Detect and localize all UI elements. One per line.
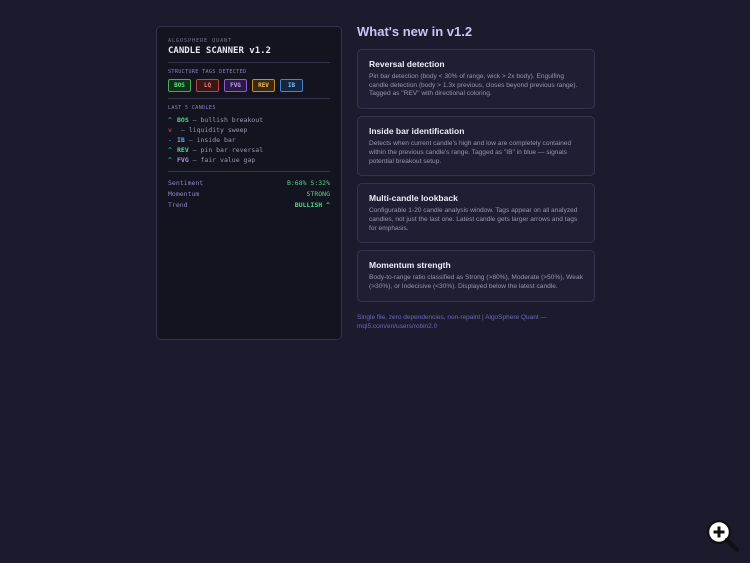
candle-row: ^ REV — pin bar reversal: [168, 145, 330, 155]
feature-card: Reversal detection Pin bar detection (bo…: [357, 49, 595, 110]
tag-row: BOS LQ FVG REV IB: [168, 79, 330, 92]
candle-tag: FVG: [177, 156, 189, 164]
tag-bos: BOS: [168, 79, 191, 92]
feature-card: Inside bar identification Detects when c…: [357, 116, 595, 177]
card-description: Detects when current candle's high and l…: [369, 140, 572, 165]
tags-heading: STRUCTURE TAGS DETECTED: [168, 69, 247, 75]
candle-desc: — pin bar reversal: [188, 146, 264, 154]
candle-tag: IB: [177, 136, 185, 144]
stat-momentum: Momentum STRONG: [168, 189, 330, 200]
candle-desc: — bullish breakout: [188, 116, 264, 124]
tag-rev: REV: [252, 79, 275, 92]
candle-tag: REV: [177, 146, 189, 154]
stat-trend: Trend BULLISH ^: [168, 200, 330, 211]
zoom-in-icon[interactable]: [706, 519, 740, 553]
card-description: Pin bar detection (body < 30% of range, …: [369, 73, 578, 98]
stat-value: BULLISH ^: [294, 201, 330, 209]
stat-label: Sentiment: [168, 179, 204, 187]
changelog: What's new in v1.2 Reversal detection Pi…: [357, 24, 595, 331]
card-title: Momentum strength: [369, 260, 451, 271]
stat-sentiment: Sentiment B:68% S:32%: [168, 178, 330, 189]
candle-desc: — liquidity sweep: [177, 126, 248, 134]
card-title: Multi-candle lookback: [369, 193, 458, 204]
arrow-down-icon: v: [168, 126, 172, 134]
candle-list: ^ BOS — bullish breakout v — liquidity sw…: [168, 115, 330, 165]
panel-title: CANDLE SCANNER v1.2: [168, 46, 271, 56]
tag-fvg: FVG: [224, 79, 247, 92]
stat-value: B:68% S:32%: [286, 179, 330, 187]
divider: [168, 62, 330, 63]
divider: [168, 171, 330, 172]
arrow-up-icon: ^: [168, 146, 172, 154]
divider: [168, 98, 330, 99]
scanner-panel: ALGOSPHERE QUANT CANDLE SCANNER v1.2 STR…: [156, 26, 342, 340]
card-title: Inside bar identification: [369, 126, 465, 137]
stat-label: Trend: [168, 201, 188, 209]
feature-card: Multi-candle lookback Configurable 1-20 …: [357, 183, 595, 244]
arrow-up-icon: ^: [168, 116, 172, 124]
candle-row: ^ FVG — fair value gap: [168, 155, 330, 165]
dash-icon: -: [168, 136, 172, 144]
candle-row: v — liquidity sweep: [168, 125, 330, 135]
candle-tag: BOS: [177, 116, 189, 124]
candle-desc: — fair value gap: [188, 156, 256, 164]
stat-label: Momentum: [168, 190, 200, 198]
panel-brand: ALGOSPHERE QUANT: [168, 38, 233, 44]
card-title: Reversal detection: [369, 59, 445, 69]
candles-heading: LAST 5 CANDLES: [168, 105, 216, 111]
arrow-up-icon: ^: [168, 156, 172, 164]
card-description: Body-to-range ratio classified as Strong…: [369, 274, 583, 291]
tag-ib: IB: [280, 79, 303, 92]
stat-value: STRONG: [306, 190, 330, 198]
feature-card: Momentum strength Body-to-range ratio cl…: [357, 250, 595, 302]
footer-note: Single file, zero dependencies, non-repa…: [357, 313, 547, 330]
candle-row: - IB — inside bar: [168, 135, 330, 145]
candle-row: ^ BOS — bullish breakout: [168, 115, 330, 125]
page-title: What's new in v1.2: [357, 24, 473, 39]
card-description: Configurable 1-20 candle analysis window…: [369, 207, 578, 232]
candle-desc: — inside bar: [184, 136, 236, 144]
tag-lq: LQ: [196, 79, 219, 92]
